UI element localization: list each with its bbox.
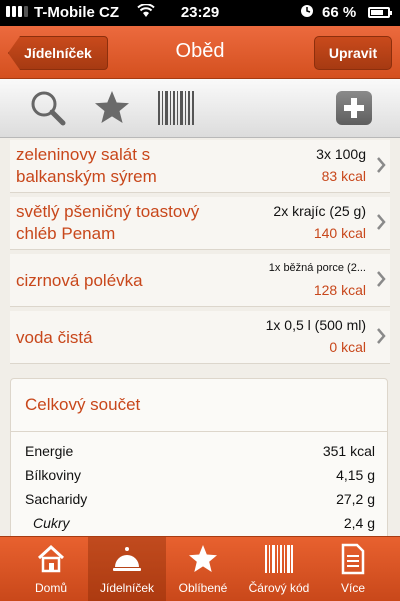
food-list: zeleninovy salát s balkanským sýrem 3x 1… xyxy=(0,140,400,368)
item-name: voda čistá xyxy=(16,328,93,347)
list-item[interactable]: světlý pšeničný toastový chléb Penam 2x … xyxy=(10,197,390,250)
totals-label: Bílkoviny xyxy=(25,467,82,483)
item-kcal: 0 kcal xyxy=(329,339,366,355)
item-quantity: 2x krajíc (25 g) xyxy=(273,203,366,219)
document-icon xyxy=(341,543,365,575)
totals-label: Cukry xyxy=(33,515,70,531)
totals-row-carbs: Sacharidy 27,2 g xyxy=(25,491,375,513)
divider xyxy=(11,431,387,432)
tab-menu[interactable]: Jídelníček xyxy=(88,537,166,601)
item-quantity: 1x 0,5 l (500 ml) xyxy=(265,317,366,333)
chevron-right-icon xyxy=(377,328,386,344)
list-item[interactable]: cizrnová polévka 1x běžná porce (2... 12… xyxy=(10,254,390,307)
cloche-icon xyxy=(113,547,141,571)
battery-percent: 66 % xyxy=(322,4,357,21)
tab-bar: Domů Jídelníček Oblíbené Čárový kód Více xyxy=(0,536,400,601)
totals-value: 2,4 g xyxy=(343,515,375,531)
star-icon[interactable] xyxy=(92,89,132,127)
totals-label: Sacharidy xyxy=(25,491,88,507)
totals-row-protein: Bílkoviny 4,15 g xyxy=(25,467,375,489)
toolbar xyxy=(0,79,400,138)
item-quantity: 3x 100g xyxy=(316,146,366,162)
item-name: světlý pšeničný toastový chléb Penam xyxy=(16,202,200,243)
tab-label: Oblíbené xyxy=(178,581,228,595)
tab-more[interactable]: Více xyxy=(314,537,392,601)
totals-value: 351 kcal xyxy=(322,443,375,459)
item-kcal: 83 kcal xyxy=(321,168,366,184)
chevron-right-icon xyxy=(377,271,386,287)
edit-button[interactable]: Upravit xyxy=(314,36,392,70)
totals-panel: Celkový součet Energie 351 kcal Bílkovin… xyxy=(10,378,388,550)
item-name: zeleninovy salát s balkanským sýrem xyxy=(16,145,157,186)
star-icon xyxy=(189,545,217,572)
tab-label: Domů xyxy=(34,581,67,595)
totals-label: Energie xyxy=(25,443,74,459)
totals-value: 4,15 g xyxy=(336,467,375,483)
totals-value: 27,2 g xyxy=(336,491,375,507)
item-kcal: 128 kcal xyxy=(313,282,366,298)
status-bar: T-Mobile CZ 23:29 66 % xyxy=(0,0,400,26)
barcode-icon xyxy=(265,545,293,573)
tab-barcode[interactable]: Čárový kód xyxy=(240,537,318,601)
chevron-right-icon xyxy=(377,214,386,230)
tab-home[interactable]: Domů xyxy=(12,537,90,601)
alarm-clock-icon xyxy=(300,4,314,21)
barcode-icon[interactable] xyxy=(156,89,196,127)
battery-icon xyxy=(368,7,392,18)
item-kcal: 140 kcal xyxy=(313,225,366,241)
list-item[interactable]: voda čistá 1x 0,5 l (500 ml) 0 kcal xyxy=(10,311,390,364)
tab-favorites[interactable]: Oblíbené xyxy=(164,537,242,601)
plus-icon xyxy=(344,98,364,118)
chevron-right-icon xyxy=(377,157,386,173)
totals-title: Celkový součet xyxy=(25,395,141,414)
totals-row-sugars: Cukry 2,4 g xyxy=(25,515,375,537)
tab-label: Jídelníček xyxy=(99,581,155,595)
tab-label: Více xyxy=(340,581,365,595)
item-quantity: 1x běžná porce (2... xyxy=(268,262,366,274)
tab-label: Čárový kód xyxy=(248,581,310,595)
navigation-bar: Jídelníček Oběd Upravit xyxy=(0,26,400,79)
home-icon xyxy=(37,544,65,573)
item-name: cizrnová polévka xyxy=(16,271,143,290)
totals-row-energy: Energie 351 kcal xyxy=(25,443,375,465)
add-item-button[interactable] xyxy=(336,91,372,125)
search-icon[interactable] xyxy=(28,89,68,127)
list-item[interactable]: zeleninovy salát s balkanským sýrem 3x 1… xyxy=(10,140,390,193)
